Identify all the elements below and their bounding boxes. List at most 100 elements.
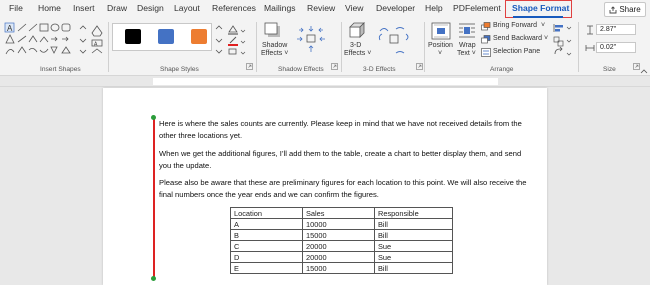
style-swatch-orange[interactable]	[191, 29, 207, 44]
wrap-text-label[interactable]: Wrap	[459, 42, 476, 50]
wrap-text-icon[interactable]	[458, 22, 476, 40]
table-cell[interactable]: Bill	[374, 229, 453, 241]
shadow-effects-label[interactable]: Shadow	[262, 42, 287, 50]
shape-height-input[interactable]: 2.87"	[596, 24, 636, 35]
table-cell[interactable]: D	[230, 251, 303, 263]
paragraph-1[interactable]: Here is where the sales counts are curre…	[159, 118, 529, 141]
table-row: C 20000 Sue	[230, 240, 453, 252]
table-row: B 15000 Bill	[230, 229, 453, 241]
three-d-tilt-icons[interactable]	[376, 24, 412, 56]
group-three-d-effects-label: 3-D Effects	[363, 66, 396, 73]
shadow-effects-icon[interactable]	[264, 22, 282, 38]
position-icon[interactable]	[431, 22, 451, 40]
tab-design[interactable]: Design	[137, 3, 164, 13]
table-cell[interactable]: C	[230, 240, 303, 252]
edit-shape-icons[interactable]: A	[89, 23, 105, 57]
collapse-ribbon-icon[interactable]	[640, 68, 648, 74]
active-tab-indicator	[513, 16, 563, 18]
table-cell[interactable]: Sue	[374, 240, 453, 252]
table-cell[interactable]: 20000	[302, 240, 375, 252]
size-launcher-icon[interactable]	[633, 63, 640, 70]
table-header-cell[interactable]: Responsible	[374, 207, 453, 219]
svg-text:A: A	[7, 24, 13, 33]
shape-styles-launcher-icon[interactable]	[246, 63, 253, 70]
group-size-label: Size	[603, 66, 616, 73]
group-shadow-effects-label: Shadow Effects	[278, 66, 324, 73]
table-cell[interactable]: B	[230, 229, 303, 241]
table-cell[interactable]: 15000	[302, 262, 375, 274]
paragraph-2[interactable]: When we get the additional figures, I’ll…	[159, 148, 529, 171]
style-swatch-blue[interactable]	[158, 29, 174, 44]
tab-home[interactable]: Home	[38, 3, 61, 13]
group-insert-shapes-label: Insert Shapes	[40, 66, 81, 73]
selected-line-shape[interactable]	[153, 118, 155, 278]
shadow-effects-label-2[interactable]: Effects ˅	[261, 50, 288, 58]
shadow-nudge-icons[interactable]	[294, 24, 328, 54]
shape-width-input[interactable]: 0.02"	[596, 42, 636, 53]
ribbon-tab-bar: File Home Insert Draw Design Layout Refe…	[0, 0, 650, 19]
tab-references[interactable]: References	[212, 3, 256, 13]
ribbon: A A Insert Shapes Shape Styles Shadow Ef…	[0, 19, 650, 76]
paragraph-3[interactable]: Please also be aware that these are prel…	[159, 177, 529, 200]
align-group-rotate-icons[interactable]	[552, 22, 574, 58]
ruler-text-area	[153, 78, 498, 85]
tab-insert[interactable]: Insert	[73, 3, 95, 13]
three-d-effects-label-2[interactable]: Effects ˅	[344, 50, 371, 58]
tab-help[interactable]: Help	[425, 3, 443, 13]
tab-layout[interactable]: Layout	[174, 3, 200, 13]
bring-forward-icon	[481, 22, 491, 31]
group-shape-styles-label: Shape Styles	[160, 66, 199, 73]
selection-pane-label: Selection Pane	[493, 48, 541, 55]
three-d-effects-label[interactable]: 3-D	[350, 42, 361, 50]
table-row: D 20000 Sue	[230, 251, 453, 263]
table-cell[interactable]: 15000	[302, 229, 375, 241]
share-button[interactable]: Share	[604, 2, 646, 17]
shape-width-icon	[585, 45, 595, 51]
send-backward-dropdown-icon[interactable]: ˅	[544, 35, 548, 43]
table-cell[interactable]: Bill	[374, 262, 453, 274]
send-backward-icon	[481, 35, 491, 44]
table-cell[interactable]: Bill	[374, 218, 453, 230]
horizontal-ruler[interactable]	[0, 76, 650, 87]
line-start-handle[interactable]	[151, 115, 156, 120]
shapes-scroll-icon[interactable]	[78, 23, 88, 55]
shapes-gallery[interactable]: A	[4, 22, 76, 58]
send-backward-label: Send Backward	[493, 35, 543, 42]
tab-draw[interactable]: Draw	[107, 3, 127, 13]
position-label[interactable]: Position	[428, 42, 453, 50]
three-d-effects-icon[interactable]	[348, 22, 366, 39]
table-row: E 15000 Bill	[230, 262, 453, 274]
share-icon	[609, 5, 617, 13]
line-end-handle[interactable]	[151, 276, 156, 281]
tab-mailings[interactable]: Mailings	[264, 3, 296, 13]
position-label-2[interactable]: ˅	[438, 50, 442, 58]
tab-file[interactable]: File	[9, 3, 23, 13]
bring-forward-label: Bring Forward	[493, 22, 537, 29]
fill-outline-effects-icons[interactable]	[226, 23, 246, 57]
table-cell[interactable]: A	[230, 218, 303, 230]
table-cell[interactable]: 10000	[302, 218, 375, 230]
three-d-launcher-icon[interactable]	[416, 63, 423, 70]
wrap-text-label-2[interactable]: Text ˅	[457, 50, 476, 58]
table-header-cell[interactable]: Location	[230, 207, 303, 219]
table-row: A 10000 Bill	[230, 218, 453, 230]
table-header-cell[interactable]: Sales	[302, 207, 375, 219]
tab-developer[interactable]: Developer	[376, 3, 415, 13]
sales-table[interactable]: Location Sales Responsible A 10000 Bill …	[230, 207, 453, 274]
group-arrange-label: Arrange	[490, 66, 514, 73]
table-cell[interactable]: E	[230, 262, 303, 274]
share-label: Share	[619, 5, 641, 14]
tab-pdfelement[interactable]: PDFelement	[453, 3, 501, 13]
svg-text:A: A	[94, 42, 98, 48]
bring-forward-dropdown-icon[interactable]: ˅	[541, 22, 545, 30]
styles-scroll-icon[interactable]	[214, 23, 224, 55]
table-cell[interactable]: Sue	[374, 251, 453, 263]
shadow-effects-launcher-icon[interactable]	[331, 63, 338, 70]
selection-pane-icon	[481, 48, 491, 57]
tab-review[interactable]: Review	[307, 3, 335, 13]
table-cell[interactable]: 20000	[302, 251, 375, 263]
table-header-row: Location Sales Responsible	[230, 207, 453, 219]
tab-view[interactable]: View	[345, 3, 363, 13]
shape-height-icon	[587, 25, 593, 35]
style-swatch-black[interactable]	[125, 29, 141, 44]
